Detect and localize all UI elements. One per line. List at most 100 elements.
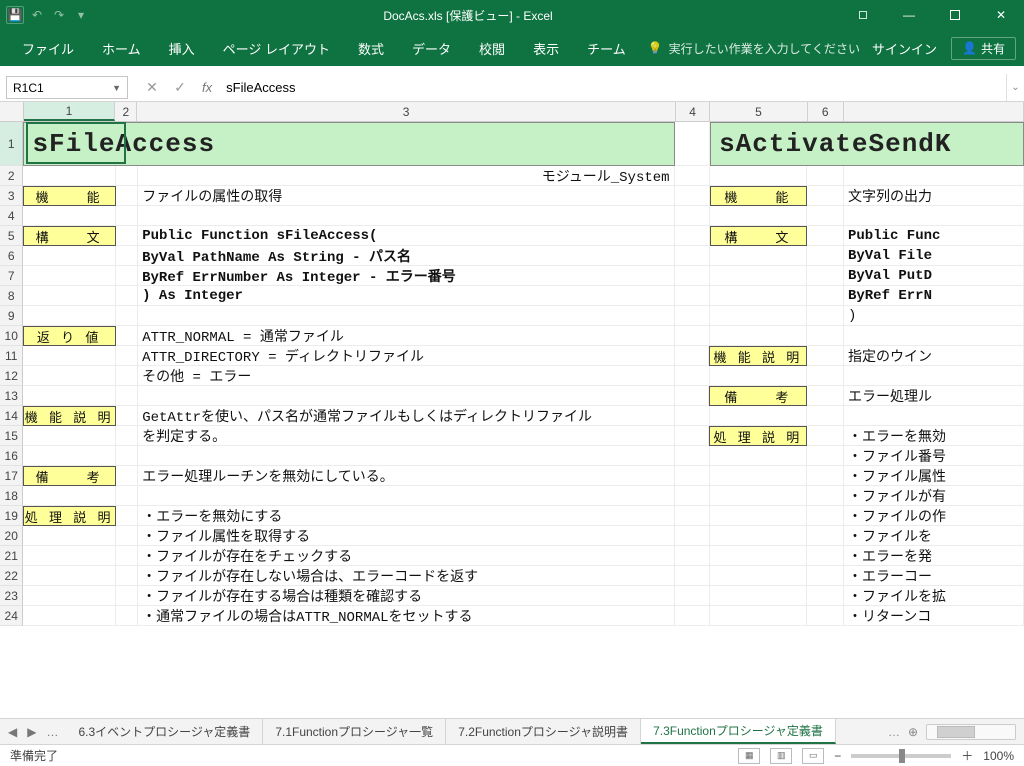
row-header-7[interactable]: 7 xyxy=(0,266,23,286)
cell-r10-c6[interactable] xyxy=(807,326,844,346)
worksheet-grid[interactable]: 1 2 3 4 5 6 1sFileAccesssActivateSendK2モ… xyxy=(0,102,1024,718)
cell-r20-c5[interactable] xyxy=(710,526,808,546)
cell-r7-c1[interactable] xyxy=(23,266,115,286)
row-header-12[interactable]: 12 xyxy=(0,366,23,386)
cell-r12-c5[interactable] xyxy=(710,366,808,386)
ribbon-tab-insert[interactable]: 挿入 xyxy=(155,30,209,66)
cell-r23-c4[interactable] xyxy=(675,586,710,606)
ribbon-tab-review[interactable]: 校閲 xyxy=(465,30,519,66)
sheet-tab-0[interactable]: 6.3イベントプロシージャ定義書 xyxy=(66,719,263,744)
cell-r13-c3[interactable] xyxy=(138,386,674,406)
cell-r9-cr[interactable]: ) xyxy=(844,306,1024,326)
label-right-r5[interactable]: 構 文 xyxy=(710,226,808,246)
label-r3[interactable]: 機 能 xyxy=(23,186,115,206)
cell-r21-c4[interactable] xyxy=(675,546,710,566)
sheet-nav-next-icon[interactable]: ▶ xyxy=(27,725,36,739)
sheet-tab-1[interactable]: 7.1Functionプロシージャ一覧 xyxy=(263,719,446,744)
select-all-corner[interactable] xyxy=(0,102,24,121)
cell-r7-cr[interactable]: ByVal PutD xyxy=(844,266,1024,286)
cell-r3-c3[interactable]: ファイルの属性の取得 xyxy=(138,186,674,206)
cell-r18-c3[interactable] xyxy=(138,486,674,506)
cell-r22-c6[interactable] xyxy=(807,566,844,586)
ribbon-tab-team[interactable]: チーム xyxy=(573,30,640,66)
cell-r12-c3[interactable]: その他 = エラー xyxy=(138,366,674,386)
cell-r12-c1[interactable] xyxy=(23,366,115,386)
cell-r12-cr[interactable] xyxy=(844,366,1024,386)
cell-title-right[interactable]: sActivateSendK xyxy=(710,122,1024,166)
cell-r16-c2[interactable] xyxy=(116,446,138,466)
cell-r23-c5[interactable] xyxy=(710,586,808,606)
cell-r8-cr[interactable]: ByRef ErrN xyxy=(844,286,1024,306)
cell-r14-c3[interactable]: GetAttrを使い、パス名が通常ファイルもしくはディレクトリファイル xyxy=(138,406,674,426)
cell-r24-c5[interactable] xyxy=(710,606,808,626)
row-header-23[interactable]: 23 xyxy=(0,586,23,606)
cell-r8-c5[interactable] xyxy=(710,286,808,306)
cell-r16-c1[interactable] xyxy=(23,446,115,466)
formula-enter-icon[interactable]: ✓ xyxy=(166,79,194,96)
cell-r14-c5[interactable] xyxy=(710,406,808,426)
label-right-r15[interactable]: 処 理 説 明 xyxy=(709,426,807,446)
cell-r19-c6[interactable] xyxy=(807,506,844,526)
cell-r24-c3[interactable]: ・通常ファイルの場合はATTR_NORMALをセットする xyxy=(138,606,674,626)
cell-r7-c2[interactable] xyxy=(116,266,138,286)
cell-r8-c3[interactable]: ) As Integer xyxy=(138,286,674,306)
formula-cancel-icon[interactable]: ✕ xyxy=(138,79,166,96)
share-button[interactable]: 👤 共有 xyxy=(951,37,1016,60)
ribbon-tab-data[interactable]: データ xyxy=(398,30,465,66)
cell-r5-cr[interactable]: Public Func xyxy=(844,226,1024,246)
cell-r5-c4[interactable] xyxy=(675,226,710,246)
row-header-11[interactable]: 11 xyxy=(0,346,23,366)
ribbon-tab-view[interactable]: 表示 xyxy=(519,30,573,66)
cell-r24-c4[interactable] xyxy=(675,606,710,626)
cell-r3-c6[interactable] xyxy=(807,186,844,206)
cell-r3-cr[interactable]: 文字列の出力 xyxy=(844,186,1024,206)
cell-r23-c1[interactable] xyxy=(23,586,115,606)
cell-r4-c1[interactable] xyxy=(23,206,115,226)
cell-r14-c4[interactable] xyxy=(675,406,710,426)
cell-title-left[interactable]: sFileAccess xyxy=(23,122,675,166)
row-header-10[interactable]: 10 xyxy=(0,326,23,346)
cell-r24-c1[interactable] xyxy=(23,606,115,626)
zoom-out-icon[interactable]: − xyxy=(834,749,841,763)
cell-r11-c4[interactable] xyxy=(675,346,710,366)
cell-r18-c1[interactable] xyxy=(23,486,115,506)
cell-r24-cr[interactable]: ・リターンコ xyxy=(844,606,1024,626)
cell-r11-c1[interactable] xyxy=(23,346,115,366)
cell-r15-cr[interactable]: ・エラーを無効 xyxy=(844,426,1024,446)
row-header-13[interactable]: 13 xyxy=(0,386,23,406)
row-header-18[interactable]: 18 xyxy=(0,486,23,506)
label-r19[interactable]: 処 理 説 明 xyxy=(23,506,115,526)
qat-customize-icon[interactable]: ▾ xyxy=(72,6,90,24)
cell-r19-c5[interactable] xyxy=(710,506,808,526)
cell-r22-c3[interactable]: ・ファイルが存在しない場合は、エラーコードを返す xyxy=(138,566,674,586)
cell-r10-c5[interactable] xyxy=(710,326,808,346)
cell-r6-cr[interactable]: ByVal File xyxy=(844,246,1024,266)
cell-r10-cr[interactable] xyxy=(844,326,1024,346)
cell-r16-c4[interactable] xyxy=(675,446,710,466)
cell-r22-cr[interactable]: ・エラーコー xyxy=(844,566,1024,586)
col-header-2[interactable]: 2 xyxy=(115,102,137,121)
cell-r17-c5[interactable] xyxy=(710,466,808,486)
view-normal-icon[interactable]: ▦ xyxy=(738,748,760,764)
cell-r24-c6[interactable] xyxy=(807,606,844,626)
cell-r15-c1[interactable] xyxy=(23,426,115,446)
cell-r9-c5[interactable] xyxy=(710,306,808,326)
cell-r9-c2[interactable] xyxy=(116,306,138,326)
new-sheet-icon[interactable]: ⊕ xyxy=(908,725,918,739)
minimize-button[interactable]: ― xyxy=(886,0,932,30)
cell-r4-c5[interactable] xyxy=(710,206,808,226)
col-header-1[interactable]: 1 xyxy=(24,102,116,121)
cell-r16-c5[interactable] xyxy=(710,446,808,466)
label-r10[interactable]: 返 り 値 xyxy=(23,326,115,346)
cell-r17-c4[interactable] xyxy=(675,466,710,486)
cell-r5-c3[interactable]: Public Function sFileAccess( xyxy=(138,226,674,246)
cell-r8-c2[interactable] xyxy=(116,286,138,306)
sheet-nav-prev-icon[interactable]: ◀ xyxy=(8,725,17,739)
horizontal-scrollbar[interactable] xyxy=(926,724,1016,740)
cell-r4-c2[interactable] xyxy=(116,206,138,226)
cell-r22-c2[interactable] xyxy=(116,566,138,586)
cell-r13-c4[interactable] xyxy=(675,386,710,406)
row-header-17[interactable]: 17 xyxy=(0,466,23,486)
cell-r18-c5[interactable] xyxy=(710,486,808,506)
cell-r19-c2[interactable] xyxy=(116,506,138,526)
